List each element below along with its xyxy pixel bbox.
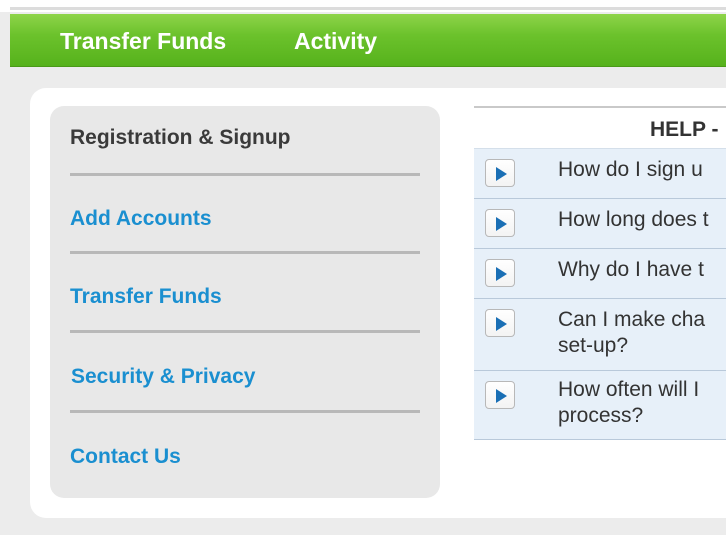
sidebar-divider <box>70 410 420 413</box>
sidebar-item-registration-signup[interactable]: Registration & Signup <box>70 126 291 150</box>
play-icon[interactable] <box>485 381 515 409</box>
faq-row[interactable]: How long does t <box>474 199 726 249</box>
top-strip-line <box>10 7 726 10</box>
help-table-title: HELP - <box>650 118 719 141</box>
play-icon[interactable] <box>485 259 515 287</box>
faq-question[interactable]: Can I make cha <box>558 307 705 333</box>
faq-row[interactable]: How often will I process? <box>474 371 726 440</box>
play-icon[interactable] <box>485 209 515 237</box>
top-nav-bar: Transfer Funds Activity <box>10 14 726 67</box>
play-icon[interactable] <box>485 159 515 187</box>
faq-question-continued[interactable]: process? <box>558 403 643 429</box>
faq-row[interactable]: Can I make cha set-up? <box>474 299 726 371</box>
sidebar-divider <box>70 173 420 176</box>
faq-question[interactable]: How do I sign u <box>558 157 703 183</box>
faq-question[interactable]: How often will I <box>558 377 699 403</box>
faq-question-continued[interactable]: set-up? <box>558 333 628 359</box>
nav-activity[interactable]: Activity <box>294 28 377 55</box>
help-sidebar: Registration & Signup Add Accounts Trans… <box>50 106 440 498</box>
help-table-header: HELP - <box>474 108 726 149</box>
play-icon[interactable] <box>485 309 515 337</box>
faq-row[interactable]: Why do I have t <box>474 249 726 299</box>
faq-row[interactable]: How do I sign u <box>474 149 726 199</box>
sidebar-item-transfer-funds[interactable]: Transfer Funds <box>70 285 222 309</box>
sidebar-divider <box>70 251 420 254</box>
app-window: Transfer Funds Activity Registration & S… <box>0 0 726 535</box>
sidebar-item-contact-us[interactable]: Contact Us <box>70 445 181 469</box>
nav-transfer-funds[interactable]: Transfer Funds <box>60 28 226 55</box>
sidebar-item-add-accounts[interactable]: Add Accounts <box>70 207 212 231</box>
faq-question[interactable]: Why do I have t <box>558 257 704 283</box>
sidebar-item-security-privacy[interactable]: Security & Privacy <box>71 365 255 389</box>
sidebar-divider <box>70 330 420 333</box>
top-strip <box>0 0 726 12</box>
faq-question[interactable]: How long does t <box>558 207 709 233</box>
help-faq-table: HELP - How do I sign u How long does t W… <box>474 106 726 442</box>
